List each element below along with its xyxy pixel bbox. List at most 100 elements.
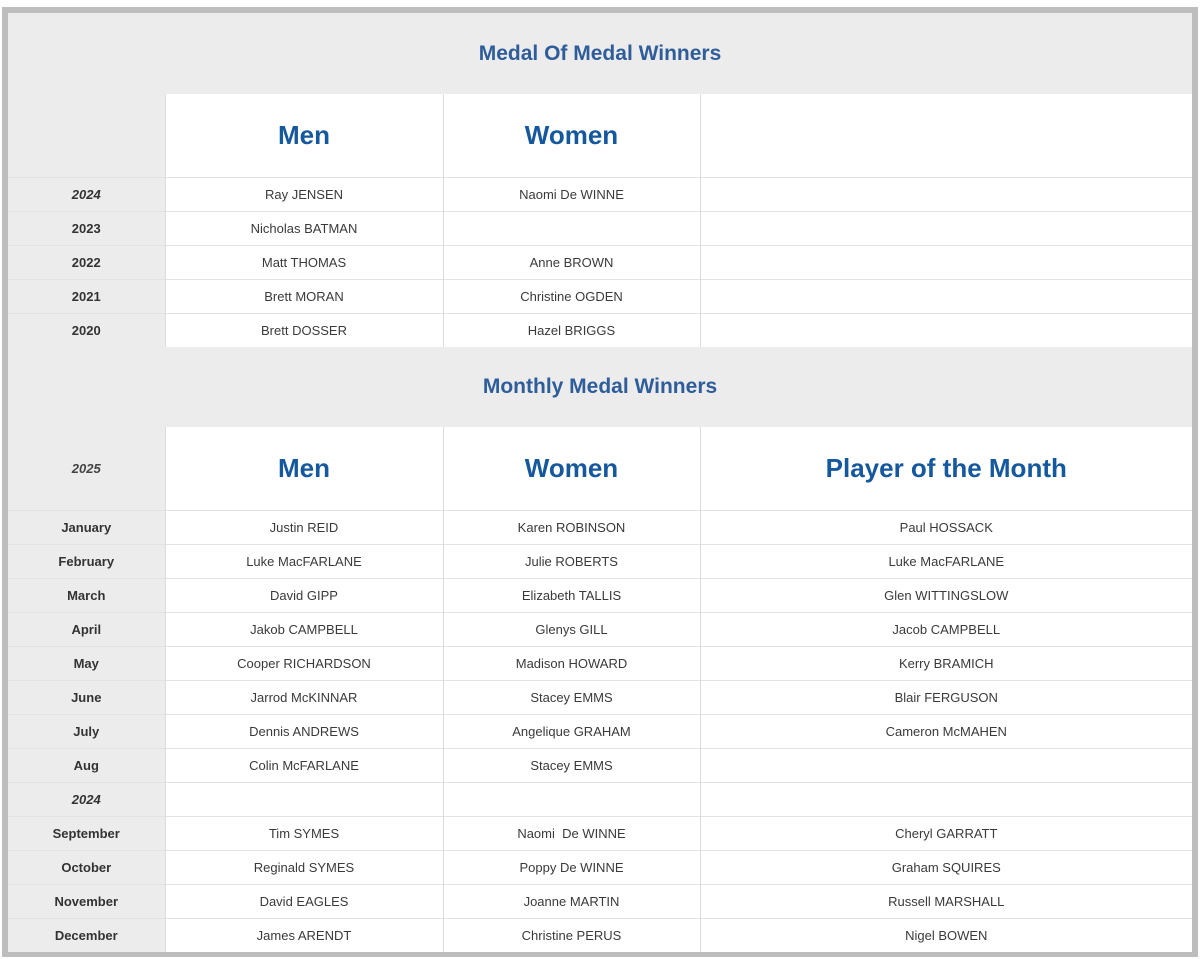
- row-label: November: [8, 884, 165, 919]
- men-winner-cell: [164, 782, 443, 817]
- women-winner-cell: Elizabeth TALLIS: [442, 578, 700, 613]
- player-of-month-cell: Russell MARSHALL: [699, 884, 1193, 919]
- men-winner-cell: Colin McFARLANE: [164, 748, 443, 783]
- table-row: 2024: [8, 782, 1193, 817]
- medal-winners-table: Medal Of Medal Winners Men Women 2024 Ray…: [8, 13, 1193, 952]
- player-of-month-cell: Paul HOSSACK: [699, 510, 1193, 545]
- annual-header-label: [8, 94, 165, 178]
- women-winner-cell: Joanne MARTIN: [442, 884, 700, 919]
- men-winner-cell: Matt THOMAS: [164, 245, 443, 280]
- player-of-month-cell: [699, 748, 1193, 783]
- table-row: November David EAGLES Joanne MARTIN Russell…: [8, 884, 1193, 919]
- medal-winners-panel: Medal Of Medal Winners Men Women 2024 Ray…: [2, 7, 1198, 957]
- monthly-rows: January Justin REID Karen ROBINSON Paul HOS…: [8, 510, 1193, 952]
- men-winner-cell: David GIPP: [164, 578, 443, 613]
- table-row: 2022 Matt THOMAS Anne BROWN: [8, 245, 1193, 280]
- row-label: January: [8, 510, 165, 545]
- monthly-men-header: Men: [164, 427, 443, 511]
- women-winner-cell: Glenys GILL: [442, 612, 700, 647]
- table-row: 2023 Nicholas BATMAN: [8, 211, 1193, 246]
- men-winner-cell: Ray JENSEN: [164, 177, 443, 212]
- player-of-month-cell: Graham SQUIRES: [699, 850, 1193, 885]
- table-row: February Luke MacFARLANE Julie ROBERTS Luke…: [8, 544, 1193, 579]
- women-winner-cell: Stacey EMMS: [442, 680, 700, 715]
- annual-header-row: Men Women: [8, 94, 1193, 178]
- player-of-month-cell: [699, 782, 1193, 817]
- annual-women-header: Women: [442, 94, 700, 178]
- women-winner-cell: Christine PERUS: [442, 918, 700, 952]
- player-of-month-cell: [699, 313, 1193, 347]
- monthly-section: Monthly Medal Winners 2025 Men Women Pla…: [8, 347, 1193, 511]
- row-label: September: [8, 816, 165, 851]
- men-winner-cell: James ARENDT: [164, 918, 443, 952]
- annual-men-header: Men: [164, 94, 443, 178]
- row-label: 2020: [8, 313, 165, 347]
- player-of-month-cell: Luke MacFARLANE: [699, 544, 1193, 579]
- men-winner-cell: Luke MacFARLANE: [164, 544, 443, 579]
- table-row: June Jarrod McKINNAR Stacey EMMS Blair FERG…: [8, 680, 1193, 715]
- women-winner-cell: Poppy De WINNE: [442, 850, 700, 885]
- monthly-potm-header: Player of the Month: [699, 427, 1193, 511]
- table-row: October Reginald SYMES Poppy De WINNE Graha…: [8, 850, 1193, 885]
- monthly-section-title: Monthly Medal Winners: [8, 347, 1193, 427]
- table-row: December James ARENDT Christine PERUS Nigel…: [8, 918, 1193, 952]
- table-row: March David GIPP Elizabeth TALLIS Glen WITT…: [8, 578, 1193, 613]
- player-of-month-cell: Kerry BRAMICH: [699, 646, 1193, 681]
- table-row: 2020 Brett DOSSER Hazel BRIGGS: [8, 313, 1193, 347]
- annual-empty-header: [699, 94, 1193, 178]
- player-of-month-cell: [699, 245, 1193, 280]
- table-row: July Dennis ANDREWS Angelique GRAHAM Camero…: [8, 714, 1193, 749]
- row-label: December: [8, 918, 165, 952]
- row-label: 2024: [8, 782, 165, 817]
- monthly-title-row: Monthly Medal Winners: [8, 347, 1193, 427]
- men-winner-cell: Jakob CAMPBELL: [164, 612, 443, 647]
- women-winner-cell: [442, 782, 700, 817]
- table-row: January Justin REID Karen ROBINSON Paul HOS…: [8, 510, 1193, 545]
- annual-section: Medal Of Medal Winners Men Women: [8, 13, 1193, 178]
- women-winner-cell: [442, 211, 700, 246]
- row-label: Aug: [8, 748, 165, 783]
- men-winner-cell: David EAGLES: [164, 884, 443, 919]
- monthly-header-row: 2025 Men Women Player of the Month: [8, 427, 1193, 511]
- row-label: 2021: [8, 279, 165, 314]
- player-of-month-cell: [699, 177, 1193, 212]
- women-winner-cell: Christine OGDEN: [442, 279, 700, 314]
- women-winner-cell: Anne BROWN: [442, 245, 700, 280]
- monthly-women-header: Women: [442, 427, 700, 511]
- table-row: Aug Colin McFARLANE Stacey EMMS: [8, 748, 1193, 783]
- player-of-month-cell: [699, 279, 1193, 314]
- table-row: 2021 Brett MORAN Christine OGDEN: [8, 279, 1193, 314]
- annual-section-title: Medal Of Medal Winners: [8, 13, 1193, 94]
- men-winner-cell: Brett MORAN: [164, 279, 443, 314]
- women-winner-cell: Naomi De WINNE: [442, 816, 700, 851]
- player-of-month-cell: [699, 211, 1193, 246]
- player-of-month-cell: Jacob CAMPBELL: [699, 612, 1193, 647]
- row-label: May: [8, 646, 165, 681]
- men-winner-cell: Jarrod McKINNAR: [164, 680, 443, 715]
- row-label: April: [8, 612, 165, 647]
- women-winner-cell: Angelique GRAHAM: [442, 714, 700, 749]
- men-winner-cell: Reginald SYMES: [164, 850, 443, 885]
- player-of-month-cell: Cameron McMAHEN: [699, 714, 1193, 749]
- row-label: March: [8, 578, 165, 613]
- player-of-month-cell: Glen WITTINGSLOW: [699, 578, 1193, 613]
- monthly-header-year: 2025: [8, 427, 165, 511]
- row-label: 2024: [8, 177, 165, 212]
- women-winner-cell: Karen ROBINSON: [442, 510, 700, 545]
- row-label: February: [8, 544, 165, 579]
- men-winner-cell: Justin REID: [164, 510, 443, 545]
- row-label: 2022: [8, 245, 165, 280]
- women-winner-cell: Julie ROBERTS: [442, 544, 700, 579]
- women-winner-cell: Madison HOWARD: [442, 646, 700, 681]
- player-of-month-cell: Nigel BOWEN: [699, 918, 1193, 952]
- men-winner-cell: Tim SYMES: [164, 816, 443, 851]
- annual-rows: 2024 Ray JENSEN Naomi De WINNE 2023 Nicholas…: [8, 177, 1193, 347]
- row-label: June: [8, 680, 165, 715]
- women-winner-cell: Hazel BRIGGS: [442, 313, 700, 347]
- row-label: October: [8, 850, 165, 885]
- men-winner-cell: Dennis ANDREWS: [164, 714, 443, 749]
- annual-title-row: Medal Of Medal Winners: [8, 13, 1193, 94]
- table-row: May Cooper RICHARDSON Madison HOWARD Kerry …: [8, 646, 1193, 681]
- women-winner-cell: Naomi De WINNE: [442, 177, 700, 212]
- men-winner-cell: Cooper RICHARDSON: [164, 646, 443, 681]
